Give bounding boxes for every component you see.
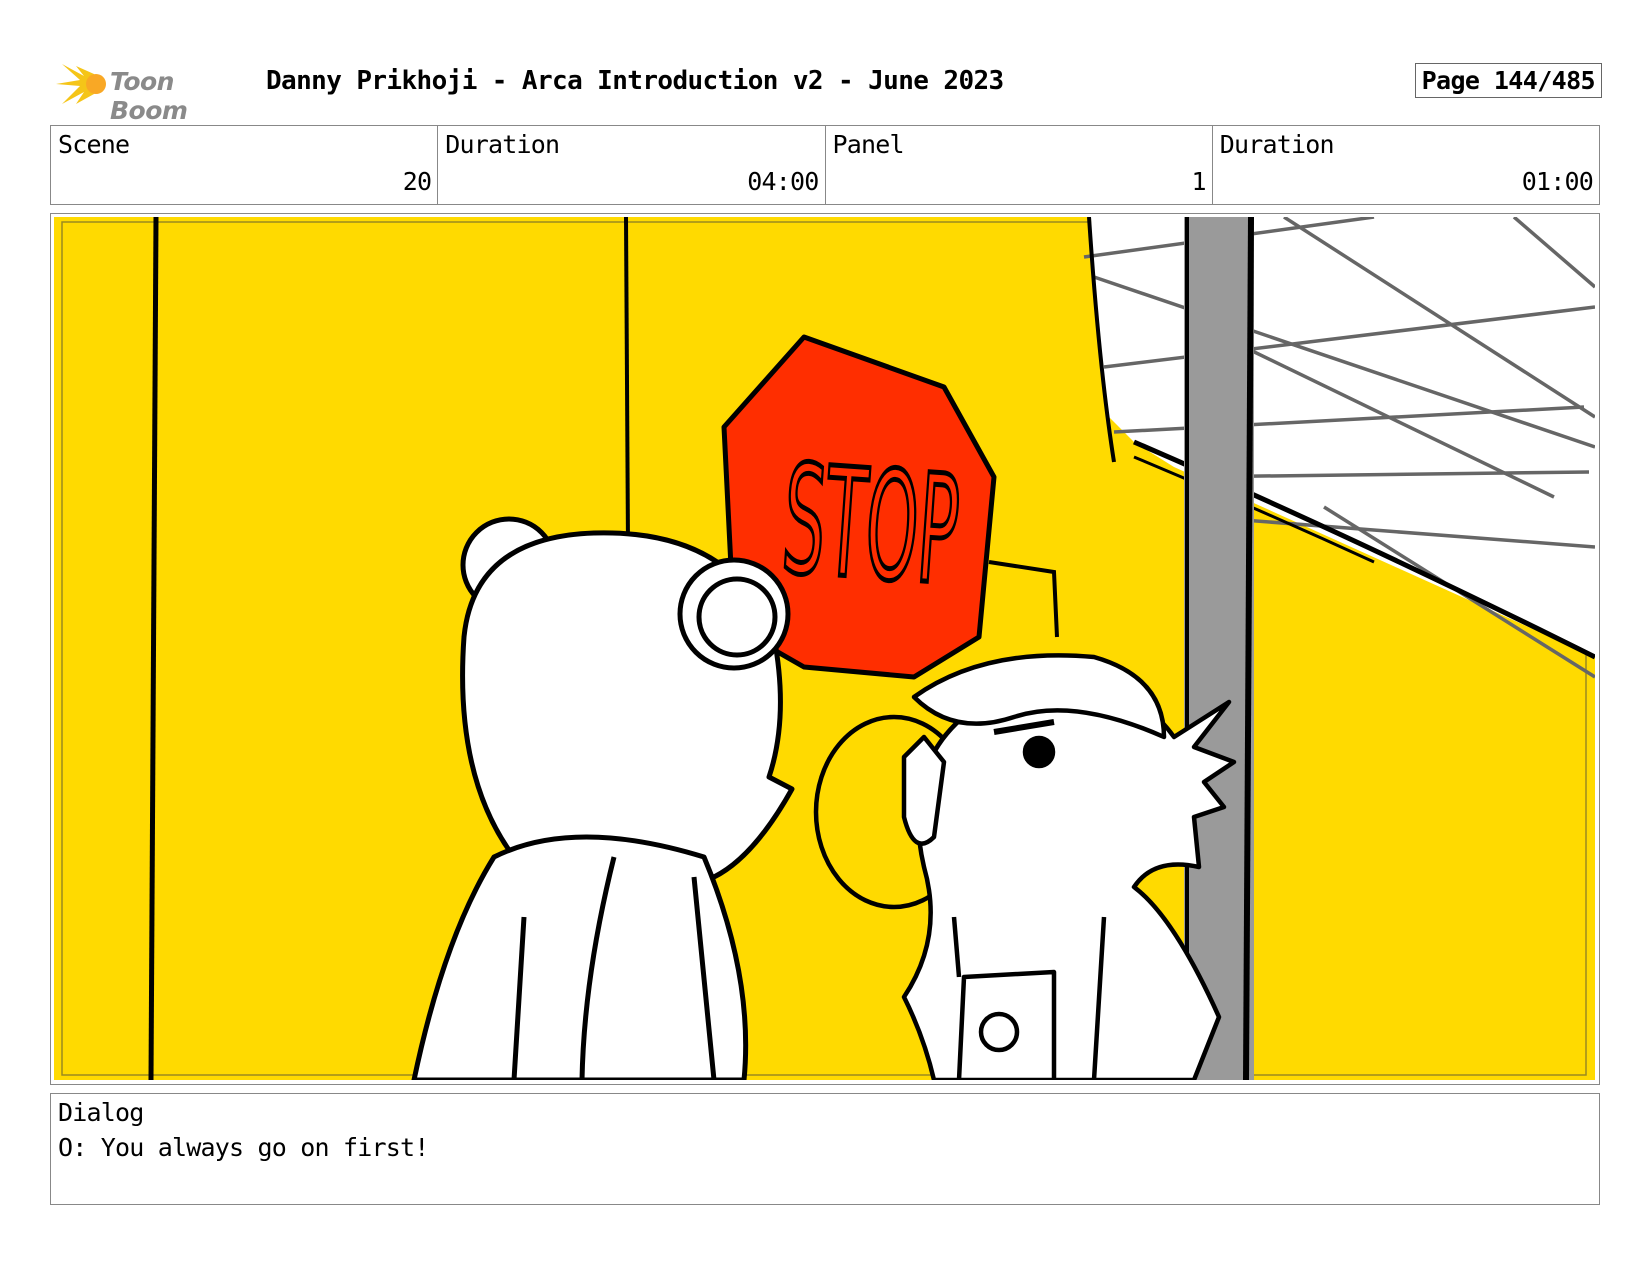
page-header: Toon Boom Danny Prikhoji - Arca Introduc…	[50, 56, 1602, 125]
panel-drawing: STOP	[54, 217, 1595, 1080]
panel-value: 1	[1191, 167, 1206, 196]
scene-duration-value: 04:00	[747, 167, 819, 196]
scene-cell: Scene 20	[51, 126, 439, 204]
panel-duration-cell: Duration 01:00	[1213, 126, 1599, 204]
dialog-box: Dialog O: You always go on first!	[50, 1093, 1600, 1205]
toon-boom-logo: Toon Boom	[54, 58, 254, 125]
dialog-text: O: You always go on first!	[58, 1133, 429, 1162]
panel-duration-label: Duration	[1219, 130, 1335, 159]
storyboard-panel: STOP	[50, 213, 1600, 1085]
starburst-icon	[56, 64, 106, 104]
logo-text: Toon Boom	[110, 67, 188, 125]
panel-cell: Panel 1	[826, 126, 1213, 204]
wall-line-center	[624, 217, 630, 548]
panel-label: Panel	[832, 130, 905, 159]
scene-duration-label: Duration	[445, 130, 560, 159]
grey-pole	[1184, 217, 1254, 1080]
panel-info-table: Scene 20 Duration 04:00 Panel 1 Duration…	[50, 125, 1600, 205]
document-title: Danny Prikhoji - Arca Introduction v2 - …	[266, 66, 1004, 96]
scene-value: 20	[402, 167, 432, 196]
stop-sign-text: STOP	[778, 433, 965, 619]
scene-label: Scene	[58, 130, 130, 159]
page-number: Page 144/485	[1414, 63, 1602, 98]
scene-duration-cell: Duration 04:00	[438, 126, 826, 204]
panel-duration-value: 01:00	[1521, 167, 1594, 196]
dialog-label: Dialog	[58, 1098, 144, 1127]
